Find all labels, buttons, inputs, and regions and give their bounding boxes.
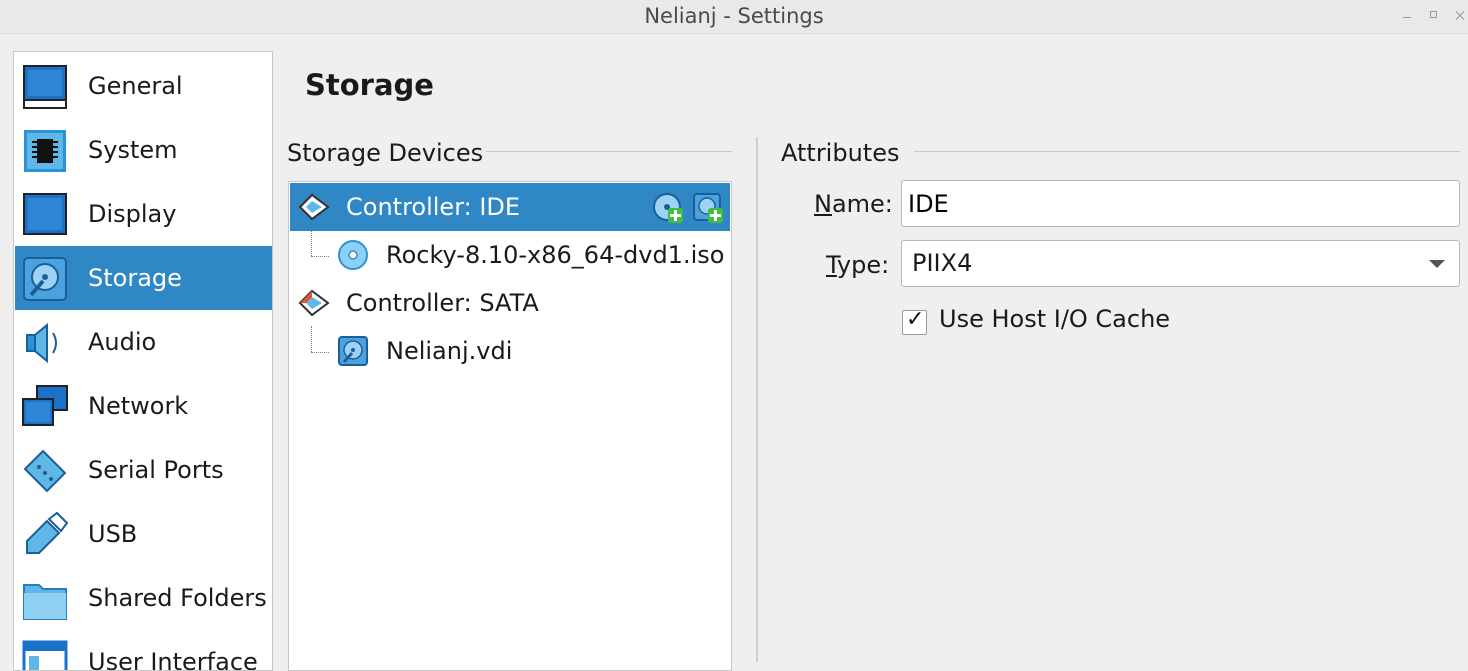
maximize-button[interactable]	[1427, 8, 1441, 22]
usb-icon	[26, 511, 69, 554]
user-interface-icon	[22, 640, 68, 670]
serial-ports-icon	[23, 449, 67, 493]
audio-icon	[26, 322, 57, 364]
sidebar-item-display[interactable]: Display	[15, 182, 272, 246]
attributes-divider	[914, 151, 1460, 152]
sidebar-item-storage[interactable]: Storage	[15, 246, 272, 310]
sidebar-item-label: Network	[88, 392, 189, 420]
tree-item-controller-sata[interactable]: Controller: SATA	[290, 279, 730, 327]
storage-devices-title: Storage Devices	[287, 139, 484, 167]
type-label-mnemonic: T	[826, 251, 837, 279]
panel-splitter[interactable]	[756, 137, 758, 662]
host-io-cache-label[interactable]: Use Host I/O Cache	[939, 305, 1170, 333]
sidebar-item-serial-ports[interactable]: Serial Ports	[15, 438, 272, 502]
close-button[interactable]	[1453, 8, 1467, 22]
ide-controller-icon	[298, 193, 330, 221]
sidebar-item-audio[interactable]: Audio	[15, 310, 272, 374]
type-dropdown-value: PIIX4	[912, 249, 973, 277]
sidebar-item-label: Shared Folders	[88, 584, 267, 612]
page-title: Storage	[305, 68, 434, 102]
tree-item-attachment[interactable]: Nelianj.vdi	[290, 327, 730, 375]
name-input[interactable]	[901, 180, 1460, 227]
optical-disc-icon	[338, 240, 368, 270]
tree-item-controller-ide[interactable]: Controller: IDE	[290, 183, 730, 231]
checkmark-icon: ✓	[906, 307, 925, 332]
sidebar-item-label: Serial Ports	[88, 456, 224, 484]
add-optical-drive-button[interactable]	[652, 192, 684, 224]
title-bar: Nelianj - Settings	[0, 0, 1468, 34]
sidebar-item-network[interactable]: Network	[15, 374, 272, 438]
settings-sidebar: General System Display Storage Audio Net…	[13, 51, 273, 671]
storage-icon	[23, 257, 67, 301]
name-label: Name:	[814, 190, 893, 218]
tree-item-label: Controller: IDE	[346, 193, 521, 221]
storage-devices-divider	[486, 151, 732, 152]
network-icon	[22, 385, 68, 426]
sata-controller-icon	[298, 289, 330, 317]
type-dropdown[interactable]: PIIX4	[901, 240, 1460, 287]
chevron-down-icon	[1429, 260, 1445, 268]
sidebar-item-system[interactable]: System	[15, 118, 272, 182]
sidebar-item-label: Display	[88, 200, 177, 228]
type-label-text: ype:	[836, 251, 890, 279]
sidebar-item-label: General	[88, 72, 183, 100]
sidebar-item-user-interface[interactable]: User Interface	[15, 630, 272, 671]
sidebar-item-label: USB	[88, 520, 138, 548]
sidebar-item-shared-folders[interactable]: Shared Folders	[15, 566, 272, 630]
name-label-mnemonic: N	[814, 190, 832, 218]
tree-item-label: Nelianj.vdi	[386, 337, 513, 365]
hard-disk-icon	[338, 336, 368, 366]
name-label-text: ame:	[831, 190, 893, 218]
window-title: Nelianj - Settings	[644, 4, 824, 28]
sidebar-item-label: System	[88, 136, 178, 164]
sidebar-item-label: Audio	[88, 328, 157, 356]
tree-item-label: Rocky-8.10-x86_64-dvd1.iso	[386, 241, 725, 269]
tree-item-label: Controller: SATA	[346, 289, 539, 317]
storage-tree[interactable]: Controller: IDE Rocky-8.10-x86_64-dvd1.i…	[288, 181, 732, 671]
host-io-cache-checkbox[interactable]: ✓	[902, 307, 927, 335]
sidebar-item-general[interactable]: General	[15, 54, 272, 118]
display-icon	[23, 193, 67, 235]
system-icon	[24, 130, 66, 172]
sidebar-item-label: Storage	[88, 264, 182, 292]
sidebar-item-usb[interactable]: USB	[15, 502, 272, 566]
attributes-title: Attributes	[781, 139, 900, 167]
minimize-button[interactable]	[1400, 8, 1414, 22]
sidebar-item-label: User Interface	[88, 648, 258, 671]
type-label: Type:	[826, 251, 889, 279]
general-icon	[23, 65, 67, 109]
shared-folders-icon	[23, 584, 67, 620]
tree-item-attachment[interactable]: Rocky-8.10-x86_64-dvd1.iso	[290, 231, 730, 279]
add-hard-disk-button[interactable]	[692, 192, 724, 224]
